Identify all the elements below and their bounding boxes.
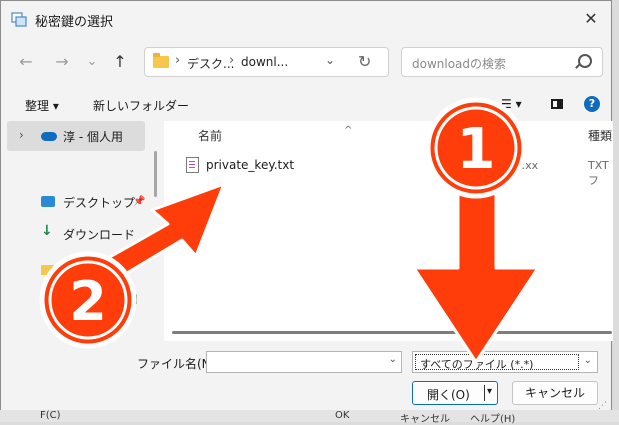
view-menu[interactable]: ☰ ▾ <box>501 97 522 111</box>
cancel-button[interactable]: キャンセル <box>512 381 598 405</box>
breadcrumb-downloads[interactable]: downl... <box>241 55 288 69</box>
file-type: TXT フ <box>588 159 609 187</box>
search-input[interactable]: downloadの検索 <box>401 47 603 77</box>
search-icon[interactable] <box>578 54 592 68</box>
new-folder-button[interactable]: 新しいフォルダー <box>93 97 189 114</box>
desktop-icon <box>41 196 55 207</box>
cloud-icon <box>41 132 57 141</box>
breadcrumb-separator: › <box>229 53 235 68</box>
file-open-dialog: 秘密鍵の選択 ✕ ← → ⌄ ↑ › デスク... › downl... ⌄ ↻… <box>0 0 613 413</box>
title-bar: 秘密鍵の選択 ✕ <box>1 1 611 37</box>
column-header-date[interactable]: 更新日時 <box>444 127 492 144</box>
file-type-select[interactable]: すべてのファイル (*.*) ⌄ <box>412 351 598 373</box>
app-window-icon <box>11 12 27 27</box>
horizontal-scrollbar[interactable] <box>172 331 612 334</box>
expand-chevron-icon[interactable]: › <box>19 128 24 142</box>
pane-splitter[interactable] <box>154 151 157 197</box>
background-window-strip: F(C) OK キャンセル ヘルプ(H) <box>0 410 619 425</box>
navigation-pane: › 淳 - 個人用 デスクトップ 📌 ↓ ダウンロード Pictures 個人用 <box>1 121 161 343</box>
file-row-private-key[interactable]: private_key.txt 2024/xx/28 1x:xx TXT フ <box>182 155 609 187</box>
folder-icon <box>41 265 55 275</box>
breadcrumb-desktop[interactable]: デスク... <box>187 55 234 72</box>
background-label: キャンセル <box>400 414 450 425</box>
refresh-icon[interactable]: ↻ <box>358 52 371 71</box>
up-folder-button[interactable]: ↑ <box>109 51 131 73</box>
sidebar-item-onedrive[interactable]: › 淳 - 個人用 <box>7 121 145 151</box>
filename-input[interactable]: ⌄ <box>206 351 402 373</box>
window-title: 秘密鍵の選択 <box>35 15 114 30</box>
command-bar: 整理 ▾ 新しいフォルダー ☰ ▾ ? <box>1 91 611 119</box>
download-icon: ↓ <box>41 223 53 239</box>
search-placeholder: downloadの検索 <box>412 57 507 71</box>
sort-ascending-icon: ^ <box>344 125 353 136</box>
file-date: 2024/xx/28 1x:xx <box>442 159 539 172</box>
column-header-type[interactable]: 種類 <box>588 127 612 144</box>
sidebar-item-label: 淳 - 個人用 <box>63 130 123 144</box>
text-file-icon <box>186 157 199 173</box>
open-button-label: 開く(O) <box>427 388 470 402</box>
breadcrumb-separator: › <box>175 53 181 68</box>
close-button[interactable]: ✕ <box>577 7 605 31</box>
background-label: F(C) <box>40 410 61 421</box>
sidebar-item-label: ダウンロード <box>63 228 136 242</box>
chevron-down-icon[interactable]: ⌄ <box>584 355 592 366</box>
file-list: 名前 ^ 更新日時 種類 private_key.txt 2024/xx/28 … <box>164 121 613 341</box>
address-bar[interactable]: › デスク... › downl... ⌄ ↻ <box>144 47 389 77</box>
file-type-selected: すべてのファイル (*.*) <box>420 358 534 371</box>
recent-locations-button[interactable]: ⌄ <box>81 51 103 73</box>
column-header-name[interactable]: 名前 ^ <box>198 125 352 144</box>
focus-outline: すべてのファイル (*.*) <box>415 354 579 371</box>
navigation-bar: ← → ⌄ ↑ › デスク... › downl... ⌄ ↻ download… <box>1 39 611 85</box>
address-dropdown-icon[interactable]: ⌄ <box>325 53 335 67</box>
pin-icon: 📌 <box>133 196 146 207</box>
forward-button[interactable]: → <box>51 51 73 73</box>
background-label: ヘルプ(H) <box>470 414 516 425</box>
help-icon[interactable]: ? <box>584 96 600 112</box>
chevron-down-icon[interactable]: ⌄ <box>389 354 397 365</box>
column-label: 名前 <box>198 129 223 143</box>
split-divider <box>484 385 485 401</box>
sidebar-item-partial[interactable]: Pictures <box>69 261 113 274</box>
sidebar-item-label: デスクトップ <box>63 196 136 210</box>
sidebar-item-partial[interactable]: 個人用 <box>105 291 138 307</box>
open-options-chevron-icon[interactable]: ▾ <box>487 386 492 397</box>
folder-icon <box>153 53 169 68</box>
dialog-footer: ファイル名(N): ⌄ すべてのファイル (*.*) ⌄ 開く(O) ▾ キャン… <box>1 343 611 413</box>
background-label: OK <box>335 410 350 421</box>
preview-pane-icon[interactable] <box>551 99 563 109</box>
back-button[interactable]: ← <box>15 51 37 73</box>
organize-menu[interactable]: 整理 ▾ <box>25 97 59 114</box>
open-button[interactable]: 開く(O) ▾ <box>412 381 498 405</box>
file-name: private_key.txt <box>206 158 295 172</box>
